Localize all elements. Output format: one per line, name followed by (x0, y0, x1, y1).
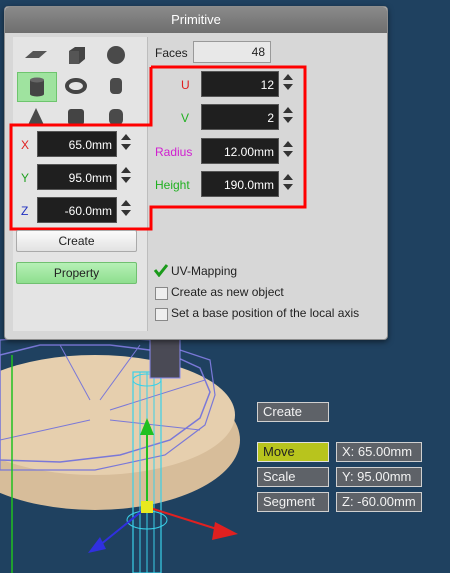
x-label: X (21, 138, 30, 152)
sphere-icon (107, 46, 125, 64)
create-button[interactable]: Create (16, 230, 137, 252)
x-input[interactable]: 65.0mm (37, 131, 117, 157)
cone-button[interactable] (17, 103, 55, 131)
cube-icon (69, 47, 85, 64)
plane-button[interactable] (17, 41, 55, 69)
radius-label: Radius (155, 145, 193, 159)
base-position-label: Set a base position of the local axis (171, 306, 360, 320)
cylinder-button[interactable] (17, 72, 57, 102)
sphere-button[interactable] (97, 41, 135, 69)
torus-button[interactable] (57, 72, 95, 100)
v-arrows[interactable] (281, 104, 295, 130)
radius-arrows[interactable] (281, 138, 295, 164)
base-position-checkbox[interactable] (155, 308, 168, 321)
v-input[interactable]: 2 (201, 104, 279, 130)
height-label: Height (155, 178, 190, 192)
x-arrows[interactable] (119, 131, 133, 157)
v-label: V (181, 111, 190, 125)
property-button[interactable]: Property (16, 262, 137, 284)
arrow-down-icon[interactable] (121, 144, 131, 150)
scale-button[interactable]: Scale (257, 467, 329, 487)
y-arrows[interactable] (119, 164, 133, 190)
arrow-up-icon[interactable] (121, 134, 131, 140)
arrow-down-icon[interactable] (121, 177, 131, 183)
faces-label: Faces (155, 46, 188, 60)
rounded-cylinder-icon (109, 109, 123, 125)
plane-icon (25, 51, 47, 58)
u-label: U (181, 78, 190, 92)
create-new-object-checkbox[interactable] (155, 287, 168, 300)
uv-mapping-label: UV-Mapping (171, 264, 238, 278)
primitive-dialog: Primitive Faces 48 U 12 V 2 Radius 12.00… (4, 6, 388, 340)
z-readout: Z: -60.00mm (336, 492, 422, 512)
y-input[interactable]: 95.0mm (37, 164, 117, 190)
z-arrows[interactable] (119, 197, 133, 223)
arrow-up-icon[interactable] (121, 200, 131, 206)
arrow-up-icon[interactable] (283, 174, 293, 180)
capsule-icon (110, 78, 122, 94)
arrow-down-icon[interactable] (283, 117, 293, 123)
faces-count: 48 (193, 41, 271, 63)
radius-input[interactable]: 12.00mm (201, 138, 279, 164)
create-new-object-label: Create as new object (171, 285, 284, 299)
cube-button[interactable] (57, 41, 95, 69)
arrow-down-icon[interactable] (283, 151, 293, 157)
cone-icon (28, 108, 44, 125)
viewport-create-button[interactable]: Create (257, 402, 329, 422)
move-button[interactable]: Move (257, 442, 329, 462)
capsule-button[interactable] (97, 72, 135, 100)
height-arrows[interactable] (281, 171, 295, 197)
arrow-down-icon[interactable] (283, 184, 293, 190)
torus-icon (65, 78, 87, 94)
arrow-up-icon[interactable] (121, 167, 131, 173)
arrow-down-icon[interactable] (121, 210, 131, 216)
x-readout: X: 65.00mm (336, 442, 422, 462)
segment-button[interactable]: Segment (257, 492, 329, 512)
shape-grid (15, 39, 139, 131)
checkmark-icon[interactable] (153, 263, 169, 277)
arrow-up-icon[interactable] (283, 74, 293, 80)
rounded-cube-button[interactable] (57, 103, 95, 131)
rounded-cylinder-button[interactable] (97, 103, 135, 131)
cylinder-icon (30, 77, 44, 97)
z-input[interactable]: -60.0mm (37, 197, 117, 223)
arrow-down-icon[interactable] (283, 84, 293, 90)
height-input[interactable]: 190.0mm (201, 171, 279, 197)
dialog-title[interactable]: Primitive (5, 7, 387, 33)
z-label: Z (21, 204, 29, 218)
u-input[interactable]: 12 (201, 71, 279, 97)
y-label: Y (21, 171, 30, 185)
arrow-up-icon[interactable] (283, 107, 293, 113)
rounded-cube-icon (68, 109, 84, 125)
arrow-up-icon[interactable] (283, 141, 293, 147)
y-readout: Y: 95.00mm (336, 467, 422, 487)
u-arrows[interactable] (281, 71, 295, 97)
